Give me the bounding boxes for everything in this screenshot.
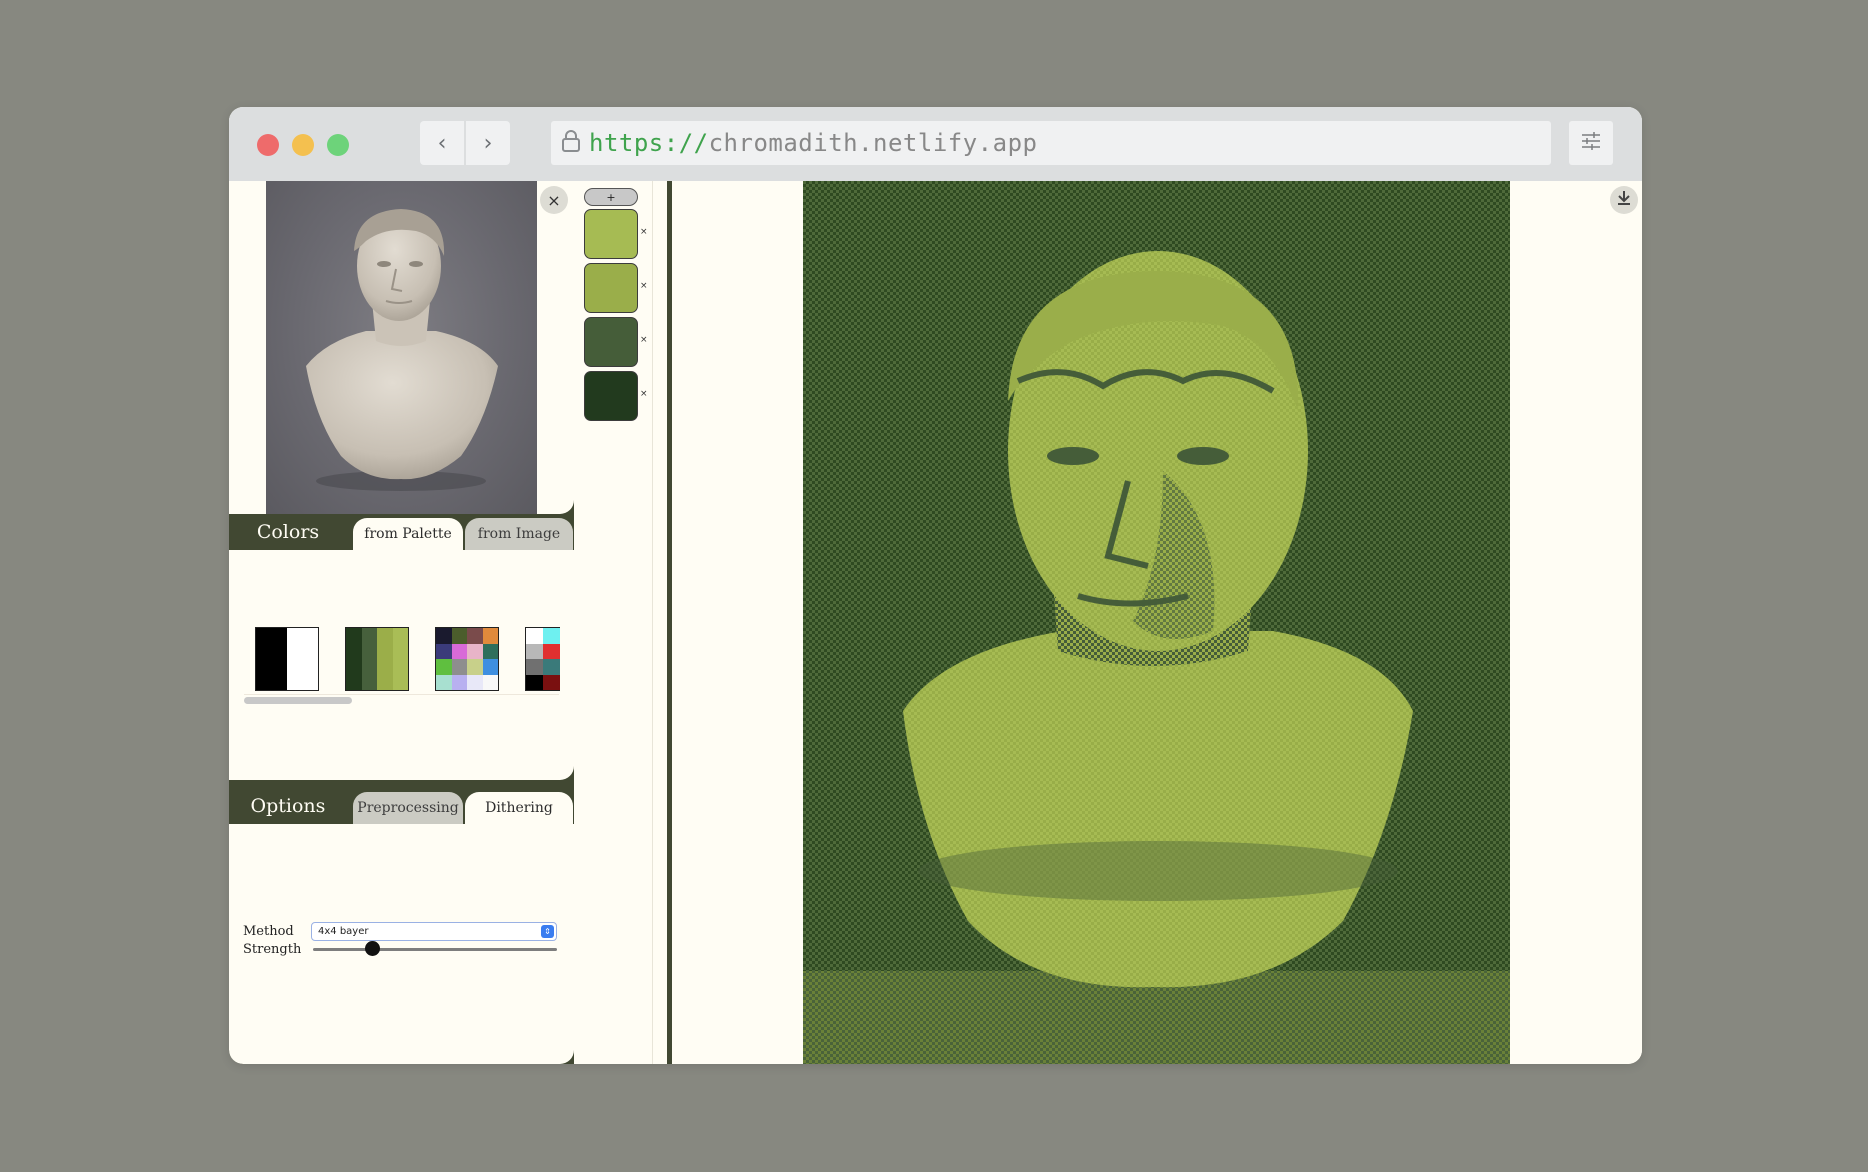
source-image — [266, 181, 537, 514]
url-text: https://chromadith.netlify.app — [589, 129, 1037, 157]
minimize-window-button[interactable] — [292, 134, 314, 156]
tab-from-palette[interactable]: from Palette — [353, 518, 463, 550]
palette-color-cell — [346, 628, 362, 690]
strength-slider-thumb[interactable] — [364, 941, 380, 956]
palette-color-cell — [543, 659, 560, 675]
remove-image-button[interactable]: × — [540, 186, 568, 214]
palette-color-cell — [543, 643, 560, 659]
tab-dithering[interactable]: Dithering — [465, 792, 573, 824]
browser-titlebar: ‹ › https://chromadith.netlify.app — [229, 107, 1642, 181]
palette-color-cell — [256, 628, 287, 690]
colors-card — [229, 550, 574, 780]
method-label: Method — [243, 924, 294, 939]
close-icon: × — [547, 190, 561, 210]
palette-color-cell — [526, 643, 543, 659]
palette-color-cell — [526, 659, 543, 675]
forward-button[interactable]: › — [466, 121, 510, 165]
source-image-panel: × — [229, 181, 574, 514]
palette-editor: + × × × × — [578, 181, 652, 1064]
scrollbar-thumb[interactable] — [244, 697, 352, 704]
sliders-icon — [1580, 131, 1602, 155]
palette-color-cell — [436, 643, 452, 659]
palette-color-cell — [436, 628, 452, 644]
left-panel: × Colors from Palette from Image Options… — [229, 181, 574, 1064]
colors-title: Colors — [256, 521, 320, 543]
output-area — [672, 181, 1642, 1064]
color-swatch[interactable] — [584, 371, 638, 421]
plus-icon: + — [606, 190, 616, 204]
palette-color-cell — [543, 674, 560, 690]
palette-color-cell — [451, 659, 467, 675]
tab-label: Dithering — [485, 800, 553, 816]
remove-color-button[interactable]: × — [640, 281, 648, 291]
download-icon — [1616, 189, 1632, 211]
address-bar[interactable]: https://chromadith.netlify.app — [551, 121, 1551, 165]
palette-color-cell — [526, 674, 543, 690]
palette-color-cell — [467, 643, 483, 659]
colors-header: Colors from Palette from Image — [229, 514, 574, 550]
palette-color-cell — [287, 628, 318, 690]
palette-green[interactable] — [345, 627, 409, 691]
palette-color-cell — [451, 643, 467, 659]
maximize-window-button[interactable] — [327, 134, 349, 156]
color-swatch[interactable] — [584, 263, 638, 313]
chevron-right-icon: › — [483, 130, 493, 156]
palette-multicolor-partial[interactable] — [525, 627, 560, 691]
lock-icon — [561, 129, 581, 157]
color-swatch[interactable] — [584, 317, 638, 367]
palette-color-cell — [436, 674, 452, 690]
tab-label: Preprocessing — [357, 800, 459, 816]
browser-settings-button[interactable] — [1569, 121, 1613, 165]
palette-color-cell — [451, 674, 467, 690]
options-header: Options Preprocessing Dithering — [229, 788, 574, 824]
tab-preprocessing[interactable]: Preprocessing — [353, 792, 463, 824]
palette-editor-gutter — [652, 181, 668, 1064]
palette-black-white[interactable] — [255, 627, 319, 691]
remove-color-button[interactable]: × — [640, 389, 648, 399]
select-arrows-icon: ⇕ — [541, 925, 554, 938]
palette-color-cell — [467, 674, 483, 690]
palette-color-cell — [451, 628, 467, 644]
download-button[interactable] — [1610, 186, 1638, 214]
chevron-left-icon: ‹ — [437, 130, 447, 156]
strength-slider[interactable] — [313, 948, 557, 951]
dithered-image — [803, 181, 1510, 1064]
palette-color-cell — [526, 628, 543, 644]
palette-color-cell — [482, 659, 498, 675]
palette-color-cell — [436, 659, 452, 675]
back-button[interactable]: ‹ — [420, 121, 464, 165]
browser-window: ‹ › https://chromadith.netlify.app × Col… — [229, 107, 1642, 1064]
method-select[interactable]: 4x4 bayer ⇕ — [311, 922, 557, 941]
palette-multicolor[interactable] — [435, 627, 499, 691]
add-color-button[interactable]: + — [584, 188, 638, 206]
url-scheme: https:// — [589, 129, 709, 157]
url-host: chromadith.netlify.app — [708, 129, 1038, 157]
palette-color-cell — [467, 628, 483, 644]
close-window-button[interactable] — [257, 134, 279, 156]
remove-color-button[interactable]: × — [640, 227, 648, 237]
palette-color-cell — [482, 674, 498, 690]
palette-color-cell — [377, 628, 393, 690]
tab-from-image[interactable]: from Image — [465, 518, 573, 550]
tab-label: from Image — [477, 526, 561, 542]
tab-label: from Palette — [364, 526, 452, 542]
palette-color-cell — [482, 628, 498, 644]
palette-color-cell — [392, 628, 408, 690]
color-swatch[interactable] — [584, 209, 638, 259]
palette-color-cell — [467, 659, 483, 675]
palette-color-cell — [543, 628, 560, 644]
palette-color-cell — [361, 628, 377, 690]
palette-color-cell — [482, 643, 498, 659]
palette-scrollbar[interactable] — [244, 694, 559, 704]
method-value: 4x4 bayer — [318, 926, 369, 937]
remove-color-button[interactable]: × — [640, 335, 648, 345]
strength-label: Strength — [243, 942, 302, 957]
options-card: Method 4x4 bayer ⇕ Strength — [229, 824, 574, 1064]
options-title: Options — [250, 795, 326, 817]
